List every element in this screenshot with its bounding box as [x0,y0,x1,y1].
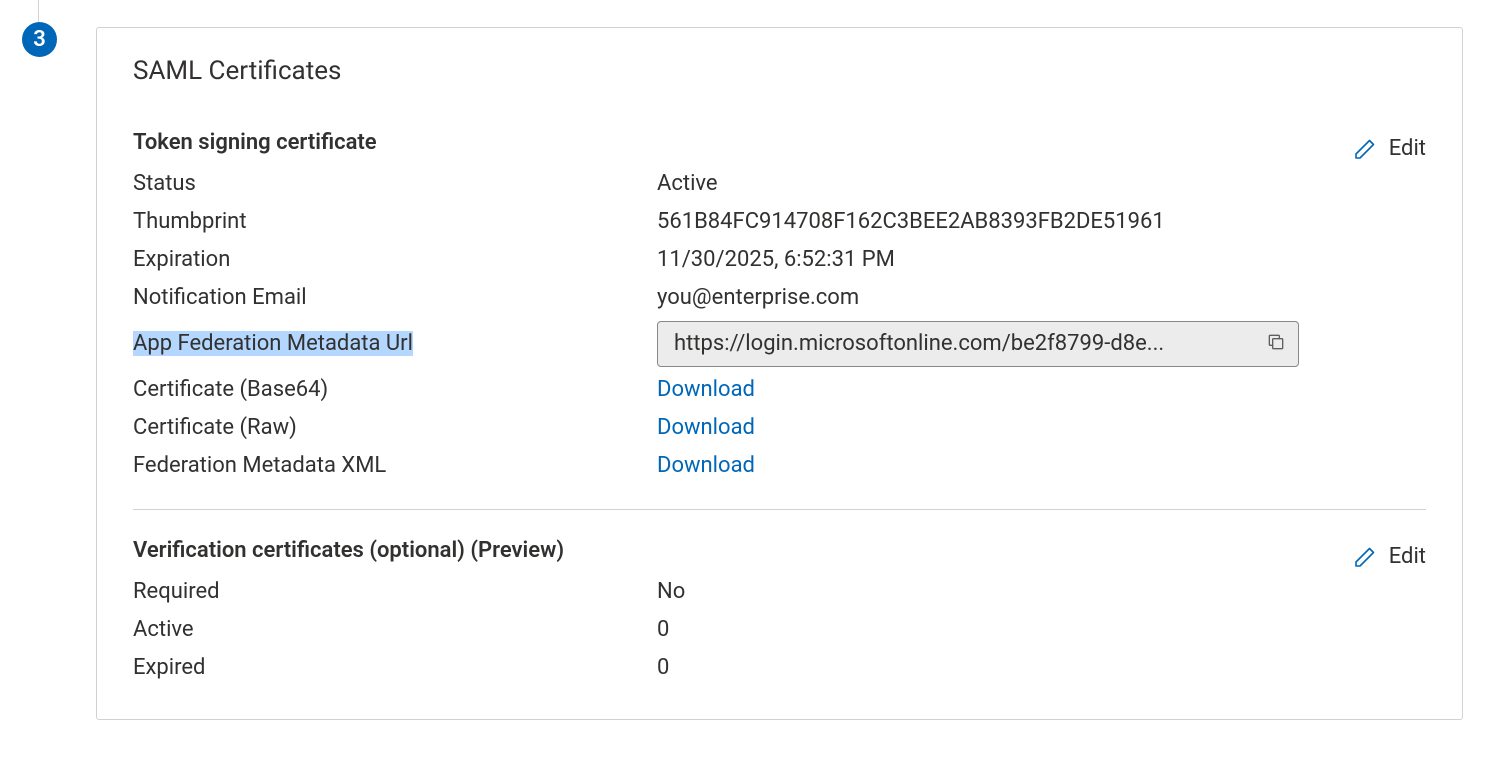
metadata-url-value: https://login.microsoftonline.com/be2f87… [674,333,1262,355]
status-label: Status [133,173,657,195]
pencil-icon [1353,137,1377,161]
saml-certificates-card: SAML Certificates Token signing certific… [96,27,1463,720]
expiration-label: Expiration [133,249,657,271]
required-label: Required [133,581,657,603]
download-cert-raw-link[interactable]: Download [657,417,755,439]
required-row: Required No [133,573,1426,611]
download-fed-xml-link[interactable]: Download [657,455,755,477]
edit-label: Edit [1389,136,1426,161]
download-cert-base64-link[interactable]: Download [657,379,755,401]
section-divider [133,509,1426,510]
status-row: Status Active [133,165,1426,203]
expired-row: Expired 0 [133,649,1426,687]
metadata-url-box: https://login.microsoftonline.com/be2f87… [657,321,1299,367]
edit-verification-button[interactable]: Edit [1353,544,1426,569]
cert-raw-row: Certificate (Raw) Download [133,409,1426,447]
thumbprint-label: Thumbprint [133,211,657,233]
expired-value: 0 [657,657,669,679]
notification-email-value: you@enterprise.com [657,287,859,309]
expiration-row: Expiration 11/30/2025, 6:52:31 PM [133,241,1426,279]
step-number-badge: 3 [22,22,57,57]
card-title: SAML Certificates [133,56,1426,86]
fed-xml-row: Federation Metadata XML Download [133,447,1426,485]
notification-email-label: Notification Email [133,287,657,309]
metadata-url-label-text: App Federation Metadata Url [133,331,413,356]
copy-url-button[interactable] [1262,330,1290,358]
required-value: No [657,581,685,603]
verification-title: Verification certificates (optional) (Pr… [133,538,564,563]
step-connector-line [38,0,39,22]
copy-icon [1266,332,1286,357]
cert-base64-label: Certificate (Base64) [133,379,657,401]
pencil-icon [1353,545,1377,569]
metadata-url-row: App Federation Metadata Url https://logi… [133,317,1426,371]
thumbprint-row: Thumbprint 561B84FC914708F162C3BEE2AB839… [133,203,1426,241]
edit-token-signing-button[interactable]: Edit [1353,136,1426,161]
expired-label: Expired [133,657,657,679]
edit-label: Edit [1389,544,1426,569]
notification-email-row: Notification Email you@enterprise.com [133,279,1426,317]
active-value: 0 [657,619,669,641]
thumbprint-value: 561B84FC914708F162C3BEE2AB8393FB2DE51961 [657,211,1165,233]
cert-raw-label: Certificate (Raw) [133,417,657,439]
active-label: Active [133,619,657,641]
metadata-url-label: App Federation Metadata Url [133,333,657,355]
step-number-text: 3 [33,27,46,52]
token-signing-title: Token signing certificate [133,130,377,155]
active-row: Active 0 [133,611,1426,649]
fed-xml-label: Federation Metadata XML [133,455,657,477]
expiration-value: 11/30/2025, 6:52:31 PM [657,249,895,271]
status-value: Active [657,173,718,195]
cert-base64-row: Certificate (Base64) Download [133,371,1426,409]
